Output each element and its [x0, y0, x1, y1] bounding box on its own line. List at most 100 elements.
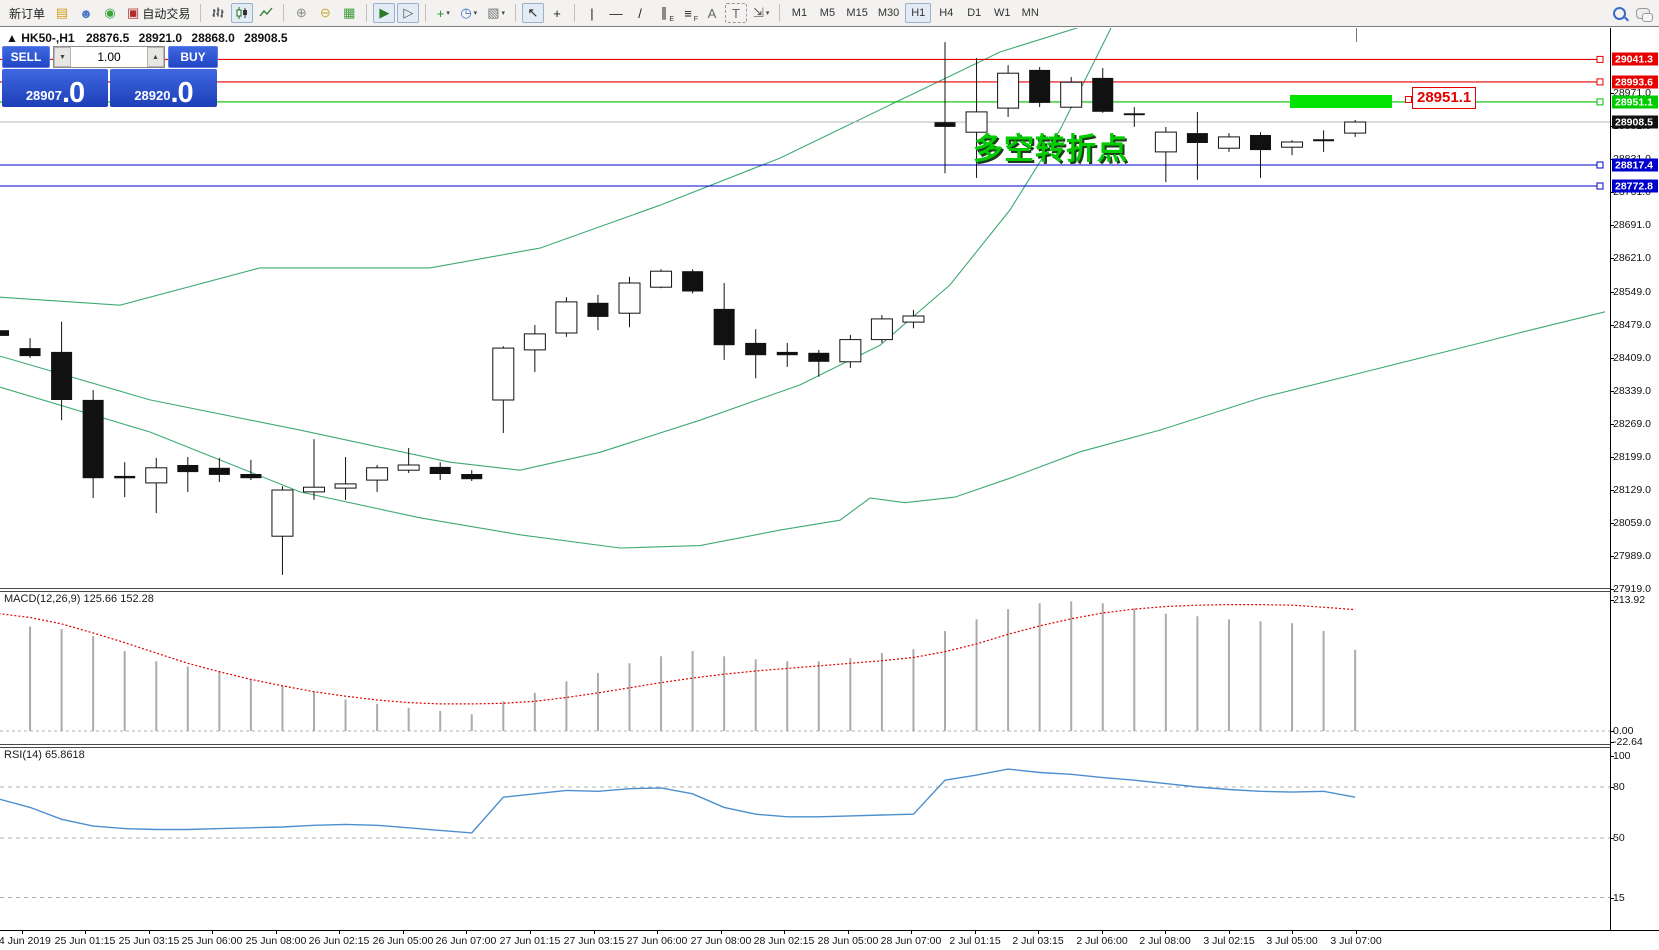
toolbar-separator [779, 4, 780, 22]
timeframe-h1[interactable]: H1 [905, 3, 931, 23]
price-line-label: 28772.8 [1612, 180, 1658, 193]
time-axis-label: 2 Jul 06:00 [1076, 935, 1127, 947]
price-axis-tick: 28199.0 [1613, 451, 1651, 463]
volume-up-button[interactable]: ▲ [147, 47, 164, 67]
candle-bear [240, 474, 261, 478]
chart-shift-icon[interactable]: ▷ [397, 3, 419, 23]
candle-bear [209, 468, 230, 475]
macd-pane-canvas[interactable] [0, 592, 1610, 744]
timeframe-mn[interactable]: MN [1017, 3, 1043, 23]
symbol-period-label: HK50-,H1 [21, 31, 74, 45]
price-axis-tick: 28129.0 [1613, 484, 1651, 496]
timeframe-d1[interactable]: D1 [961, 3, 987, 23]
vertical-line-icon[interactable]: | [581, 3, 603, 23]
candle-bear [177, 465, 198, 472]
main-chart-canvas[interactable] [0, 28, 1610, 588]
pane-separator[interactable] [0, 588, 1610, 592]
periods-button[interactable]: ◷▾ [456, 3, 481, 23]
time-axis[interactable]: 24 Jun 201925 Jun 01:1525 Jun 03:1525 Ju… [0, 930, 1659, 950]
charts-stack-icon[interactable]: ▤ [51, 3, 73, 23]
crosshair-icon[interactable]: + [546, 3, 568, 23]
price-line-marker[interactable] [1597, 56, 1603, 62]
candle-bull [1218, 137, 1239, 148]
macd-axis-tick: -22.64 [1613, 736, 1643, 748]
profile-icon[interactable]: ☻ [75, 3, 97, 23]
candle-bear [1092, 78, 1113, 112]
timeframe-w1[interactable]: W1 [989, 3, 1015, 23]
rsi-axis-tick: 15 [1613, 892, 1625, 904]
chart-header: ▲ HK50-,H1 28876.5 28921.0 28868.0 28908… [6, 31, 294, 45]
buy-price-button[interactable]: 28920 .0 [110, 69, 217, 107]
price-line-marker[interactable] [1597, 183, 1603, 189]
text-label-icon[interactable]: T [725, 3, 747, 23]
rsi-pane-canvas[interactable] [0, 748, 1610, 930]
buy-button[interactable]: BUY [168, 46, 218, 68]
candle-bull [556, 302, 577, 333]
signals-icon[interactable]: ◉ [99, 3, 121, 23]
timeframe-m1[interactable]: M1 [786, 3, 812, 23]
candle-bear [1250, 135, 1271, 150]
text-icon[interactable]: A [701, 3, 723, 23]
timeframe-m5[interactable]: M5 [814, 3, 840, 23]
volume-input[interactable] [71, 47, 147, 67]
price-tag-label[interactable]: 28951.1 [1412, 87, 1476, 109]
price-tag-anchor[interactable] [1405, 96, 1412, 103]
trendline-icon[interactable]: / [629, 3, 651, 23]
price-axis-tick: 28621.0 [1613, 252, 1651, 264]
price-line-marker[interactable] [1597, 79, 1603, 85]
candle-bull [1061, 82, 1082, 107]
sell-price-button[interactable]: 28907 .0 [2, 69, 108, 107]
search-icon[interactable] [1608, 3, 1630, 23]
fibonacci-icon[interactable]: ≡F [677, 3, 699, 23]
horizontal-line-icon[interactable]: — [605, 3, 627, 23]
chart-shift-marker[interactable] [1356, 28, 1357, 42]
macd-label: MACD(12,26,9) 125.66 152.28 [4, 593, 154, 605]
candle-bear [587, 303, 608, 317]
price-axis-tick: 28269.0 [1613, 418, 1651, 430]
channel-icon[interactable]: ∥E [653, 3, 675, 23]
pane-separator[interactable] [0, 744, 1610, 748]
macd-axis-tick: 213.92 [1613, 594, 1645, 606]
candle-bull [840, 340, 861, 362]
green-highlight-box[interactable] [1290, 95, 1392, 108]
price-axis-tick: 28059.0 [1613, 517, 1651, 529]
candle-bull [1345, 122, 1366, 133]
ohlc-low: 28868.0 [191, 31, 234, 45]
zoom-in-icon[interactable]: ⊕ [290, 3, 312, 23]
collapse-arrow-icon[interactable]: ▲ [6, 31, 18, 45]
candle-bear [461, 474, 482, 479]
candle-bear [808, 353, 829, 362]
candle-bull [493, 348, 514, 400]
timeframe-m30[interactable]: M30 [874, 3, 903, 23]
price-line-marker[interactable] [1597, 162, 1603, 168]
time-axis-label: 24 Jun 2019 [0, 935, 51, 947]
zoom-out-icon[interactable]: ⊖ [314, 3, 336, 23]
price-line-label: 28817.4 [1612, 159, 1658, 172]
time-axis-label: 2 Jul 01:15 [949, 935, 1000, 947]
time-axis-label: 28 Jun 02:15 [754, 935, 815, 947]
indicators-button[interactable]: +▾ [432, 3, 454, 23]
auto-scroll-icon[interactable]: ▶ [373, 3, 395, 23]
timeframe-h4[interactable]: H4 [933, 3, 959, 23]
price-line-marker[interactable] [1597, 99, 1603, 105]
autotrading-button[interactable]: ▣自动交易 [123, 3, 194, 23]
templates-button[interactable]: ▧▾ [483, 3, 509, 23]
tile-windows-icon[interactable]: ▦ [338, 3, 360, 23]
arrows-icon[interactable]: ⇲▾ [749, 3, 773, 23]
rsi-label: RSI(14) 65.8618 [4, 749, 85, 761]
candle-bull [367, 468, 388, 480]
time-axis-label: 27 Jun 03:15 [564, 935, 625, 947]
chat-icon[interactable] [1632, 3, 1654, 23]
toolbar-separator [283, 4, 284, 22]
turning-point-annotation[interactable]: 多空转折点 [973, 124, 1128, 168]
new-order-button[interactable]: 新订单 [5, 3, 49, 23]
volume-down-button[interactable]: ▼ [54, 47, 71, 67]
timeframe-m15[interactable]: M15 [842, 3, 871, 23]
sell-button[interactable]: SELL [2, 46, 50, 68]
bar-chart-icon[interactable] [207, 3, 229, 23]
volume-stepper: ▼ ▲ [53, 46, 165, 68]
line-chart-icon[interactable] [255, 3, 277, 23]
cursor-icon[interactable]: ↖ [522, 3, 544, 23]
candlestick-chart-icon[interactable] [231, 3, 253, 23]
bollinger-lower-band [0, 312, 1605, 548]
